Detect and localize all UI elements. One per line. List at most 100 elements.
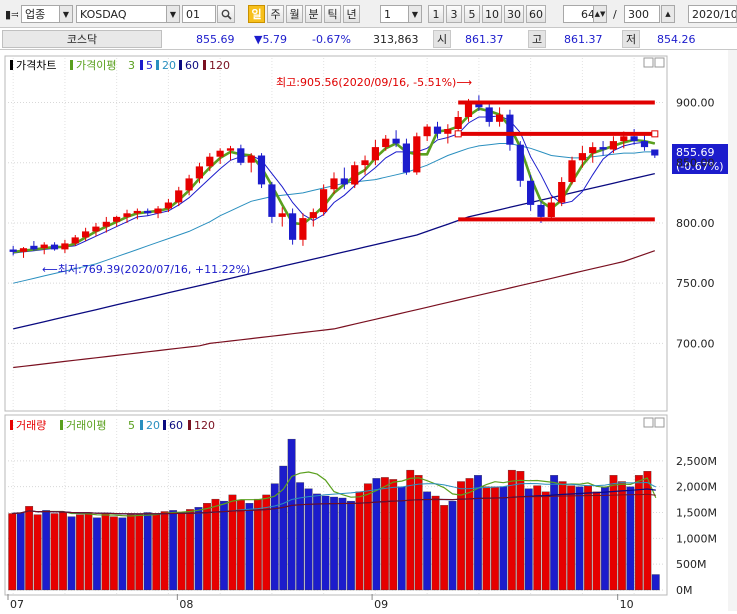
symbol-value: KOSDAQ [80, 7, 127, 21]
minute-button-10[interactable]: 10 [482, 5, 502, 23]
symbol-name-box[interactable]: 코스닥 [2, 30, 162, 48]
date-input[interactable]: 2020/10/ [688, 5, 737, 23]
date-value: 2020/10/ [692, 7, 737, 21]
count-spinner-icon[interactable]: ▲▼ [593, 5, 607, 23]
candle-body [113, 216, 121, 222]
candle-body [92, 226, 100, 232]
candle-body [247, 155, 255, 163]
candle-body [299, 218, 307, 240]
category-dropdown-icon[interactable]: ▼ [59, 5, 73, 23]
low-label: 저 [622, 30, 640, 48]
tab-week[interactable]: 주 [267, 5, 284, 23]
price-axis-label: 700.00 [676, 337, 715, 350]
minute-button-3[interactable]: 3 [446, 5, 462, 23]
volume-bar [118, 517, 127, 591]
window-menu-icon[interactable]: ▮⇒ [2, 5, 18, 23]
minute-button-label: 1 [432, 7, 440, 21]
candle-body [454, 117, 462, 129]
tab-tick[interactable]: 틱 [324, 5, 341, 23]
candle-body [102, 221, 110, 227]
minute-button-60[interactable]: 60 [526, 5, 546, 23]
candle-body [268, 184, 276, 217]
search-button[interactable] [217, 5, 235, 23]
candle-body [433, 126, 442, 134]
high-label: 고 [528, 30, 546, 48]
volume-bar [321, 495, 330, 591]
panel-close-icon[interactable] [654, 57, 665, 68]
candle-body [402, 143, 410, 173]
candle-body [175, 190, 183, 203]
right-edge-strip [728, 50, 737, 611]
candle-body [599, 147, 607, 150]
price-ma-label: 가격이평 [76, 59, 116, 72]
candle-body [547, 202, 555, 217]
volume-bar [397, 486, 406, 591]
minute-button-30[interactable]: 30 [504, 5, 524, 23]
minute-select-value: 1 [384, 7, 391, 21]
current-price: 855.69 [196, 32, 235, 46]
minute-button-5[interactable]: 5 [464, 5, 480, 23]
period-input[interactable]: 01 [182, 5, 216, 23]
open-label: 시 [433, 30, 451, 48]
search-icon [221, 9, 232, 20]
chart-canvas[interactable]: 가격차트 가격이평 3 5 20 60 120 거래량 거래이평 5 20 60… [0, 50, 737, 611]
symbol-dropdown-icon[interactable]: ▼ [166, 5, 180, 23]
count-separator: / [613, 7, 617, 21]
total-spinner-icon[interactable]: ▲ [661, 5, 675, 23]
high-annotation: 최고:905.56(2020/09/16, -5.51%)⟶ [276, 76, 472, 89]
candle-body [630, 136, 638, 142]
volume-bar [253, 498, 262, 591]
candle-body [620, 136, 628, 142]
volume-bar [567, 485, 576, 591]
tab-minute[interactable]: 분 [305, 5, 322, 23]
volume-bar [203, 503, 211, 591]
volume-axis-label: 2,500M [676, 455, 717, 468]
minute-button-label: 5 [468, 7, 476, 21]
x-axis-label: 07 [10, 598, 24, 611]
candle-body [82, 231, 90, 238]
candle-body [496, 114, 504, 122]
minute-dropdown-icon[interactable]: ▼ [408, 5, 422, 23]
volume-bar [177, 512, 186, 591]
volume-ma-label: 거래이평 [66, 419, 106, 432]
tab-minute-label: 분 [308, 8, 319, 21]
volume-bar [380, 477, 389, 591]
volume-bar [287, 438, 296, 591]
tab-day[interactable]: 일 [248, 5, 265, 23]
candle-body [30, 245, 38, 250]
volume-panel-minimize-icon[interactable] [643, 417, 654, 428]
candle-body [568, 160, 576, 182]
volume-bar [626, 486, 635, 591]
volume-panel-close-icon[interactable] [654, 417, 665, 428]
period-value: 01 [186, 7, 200, 21]
candle-body [216, 150, 224, 157]
high-price: 861.37 [564, 32, 603, 46]
volume-bar [465, 478, 474, 591]
candle-body [123, 213, 131, 217]
candle-body [9, 249, 17, 252]
tab-month[interactable]: 월 [286, 5, 303, 23]
symbol-input[interactable]: KOSDAQ [76, 5, 180, 23]
candle-body [185, 178, 193, 191]
price-axis-label: 900.00 [676, 97, 715, 110]
candle-body [320, 189, 328, 213]
trend-line-handle [454, 130, 462, 138]
price-change-percent: -0.67% [312, 32, 351, 46]
volume-bar [575, 486, 584, 591]
minute-button-1[interactable]: 1 [428, 5, 444, 23]
volume-bar [270, 483, 279, 591]
total-input[interactable]: 300 [624, 5, 660, 23]
chart-area[interactable]: 가격차트 가격이평 3 5 20 60 120 거래량 거래이평 5 20 60… [0, 50, 737, 611]
candle-body [40, 244, 48, 249]
panel-minimize-icon[interactable] [643, 57, 654, 68]
quote-info-bar: 코스닥 855.69 ▼5.79 -0.67% 313,863 시 861.37… [0, 28, 737, 50]
tab-year[interactable]: 년 [343, 5, 360, 23]
volume-bar [101, 513, 110, 591]
volume-bar [330, 496, 338, 591]
candle-body [516, 144, 524, 181]
volume-bar [160, 511, 169, 591]
trend-line-handle [651, 130, 659, 138]
volume-bar [84, 512, 93, 591]
volume-bar [541, 491, 550, 591]
volume-legend-ma20: 20 [146, 419, 160, 432]
